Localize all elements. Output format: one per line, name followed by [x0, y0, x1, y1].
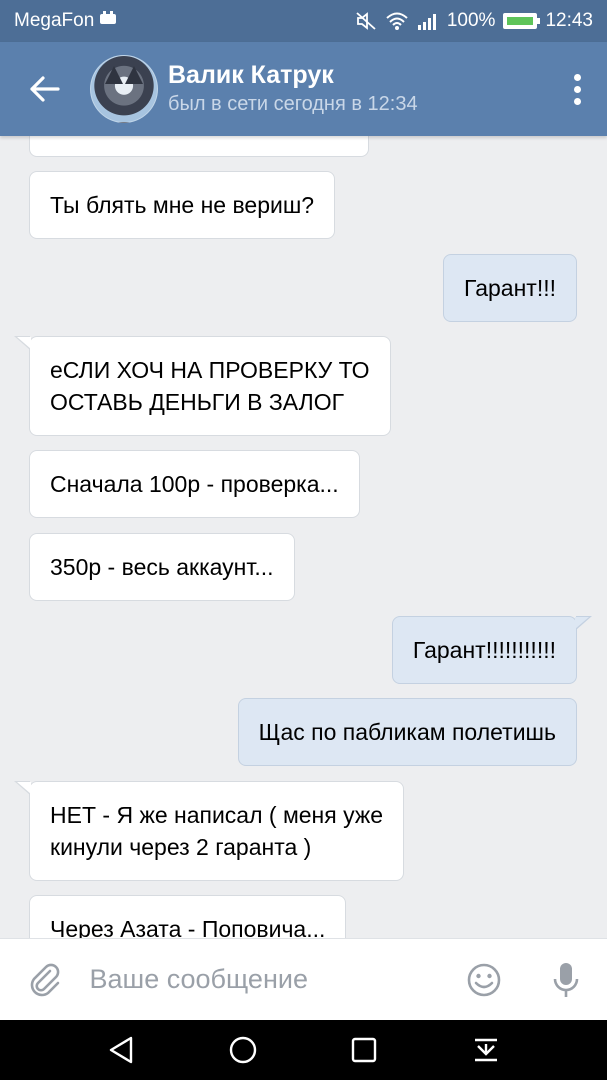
- message-text: Гарант!!!: [464, 275, 556, 301]
- message-text-line: НЕТ - Я же написал ( меня уже: [50, 802, 384, 828]
- chat-header: Валик Катрук был в сети сегодня в 12:34: [0, 42, 607, 136]
- nav-home-button[interactable]: [213, 1020, 273, 1080]
- message-out: Щас по пабликам полетишь: [237, 698, 577, 766]
- attach-button[interactable]: [0, 939, 90, 1021]
- sim-icon: [98, 10, 118, 32]
- contact-name: Валик Катрук: [168, 61, 334, 89]
- message-in: 350р - весь аккаунт...: [29, 533, 295, 601]
- message-input[interactable]: [89, 949, 444, 1010]
- carrier-label: MegaFon: [14, 10, 95, 31]
- more-menu-button[interactable]: [547, 42, 607, 136]
- message-text-line: еСЛИ ХОЧ НА ПРОВЕРКУ ТО: [50, 357, 370, 383]
- avatar[interactable]: [90, 55, 158, 123]
- message-in: Сначала 100р - проверка...: [29, 450, 360, 518]
- arrow-left-icon: [30, 76, 60, 102]
- back-button[interactable]: [0, 42, 90, 136]
- composer: [0, 938, 607, 1020]
- battery-icon: [503, 13, 541, 29]
- message-text: Гарант!!!!!!!!!!!: [412, 637, 556, 663]
- message-text: Ты блять мне не вериш?: [50, 192, 315, 218]
- message-in: НЕТ - Я же написал ( меня уже кинули чер…: [13, 781, 405, 881]
- contact-info[interactable]: Валик Катрук был в сети сегодня в 12:34: [168, 60, 418, 118]
- signal-icon: [417, 12, 439, 30]
- paperclip-icon: [30, 963, 60, 996]
- status-bar: MegaFon 100% 12:43: [0, 0, 607, 42]
- message-in: Через Азата - Поповича...: [29, 895, 347, 938]
- message-text: Щас по пабликам полетишь: [258, 719, 556, 745]
- message-out: Гарант!!!: [443, 254, 577, 322]
- emoji-button[interactable]: [444, 939, 526, 1021]
- message-list[interactable]: Ты блять мне не вериш? Гарант!!! еСЛИ ХО…: [0, 136, 607, 938]
- message-in: еСЛИ ХОЧ НА ПРОВЕРКУ ТО ОСТАВЬ ДЕНЬГИ В …: [14, 336, 391, 436]
- message-bubble-partial: [29, 136, 369, 157]
- message-out: Гарант!!!!!!!!!!!: [391, 616, 593, 684]
- message-text-line: ОСТАВЬ ДЕНЬГИ В ЗАЛОГ: [50, 389, 345, 415]
- contact-status: был в сети сегодня в 12:34: [168, 93, 418, 115]
- triangle-back-icon: [109, 1036, 133, 1064]
- clock: 12:43: [545, 10, 593, 31]
- message-text: 350р - весь аккаунт...: [50, 554, 274, 580]
- mute-icon: [355, 11, 377, 31]
- message-text-line: кинули через 2 гаранта ): [50, 834, 312, 860]
- voice-record-button[interactable]: [525, 939, 607, 1021]
- system-nav-bar: [0, 1020, 607, 1080]
- microphone-icon: [553, 962, 579, 997]
- nav-recent-button[interactable]: [334, 1020, 394, 1080]
- smiley-icon: [468, 963, 501, 996]
- message-text: Сначала 100р - проверка...: [50, 471, 339, 497]
- pull-down-icon: [475, 1038, 498, 1062]
- wifi-icon: [385, 11, 409, 31]
- nav-notifications-button[interactable]: [456, 1020, 516, 1080]
- square-recent-icon: [352, 1037, 377, 1063]
- message-text: Через Азата - Поповича...: [50, 916, 326, 938]
- message-in: Ты блять мне не вериш?: [29, 171, 336, 239]
- more-vertical-icon: [573, 73, 581, 81]
- circle-home-icon: [229, 1036, 256, 1064]
- nav-back-button[interactable]: [91, 1020, 151, 1080]
- battery-percent: 100%: [446, 10, 496, 31]
